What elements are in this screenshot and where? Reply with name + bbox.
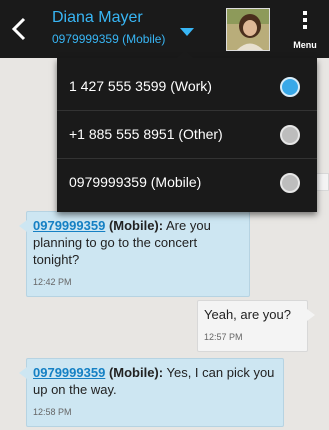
number-option-other[interactable]: +1 885 555 8951 (Other) bbox=[57, 111, 317, 159]
number-option-label: +1 885 555 8951 (Other) bbox=[69, 126, 223, 142]
contact-number[interactable]: 0979999359 (Mobile) bbox=[52, 32, 165, 46]
caret-down-icon[interactable] bbox=[180, 28, 194, 36]
number-select-menu: 1 427 555 3599 (Work) +1 885 555 8951 (O… bbox=[57, 50, 317, 212]
radio-unselected-icon[interactable] bbox=[280, 125, 300, 145]
sender-link[interactable]: 0979999359 bbox=[33, 365, 105, 380]
sender-tag: (Mobile): bbox=[108, 365, 164, 380]
number-option-label: 1 427 555 3599 (Work) bbox=[69, 78, 212, 94]
message-time: 12:58 PM bbox=[33, 407, 72, 417]
message-time: 12:57 PM bbox=[204, 332, 243, 342]
message-bubble-outgoing[interactable]: Yeah, are you? 12:57 PM bbox=[197, 300, 315, 352]
contact-name[interactable]: Diana Mayer bbox=[52, 9, 143, 27]
contact-photo bbox=[227, 9, 269, 50]
back-button[interactable] bbox=[8, 15, 32, 43]
menu-button[interactable]: Menu bbox=[285, 6, 325, 52]
back-arrow-icon bbox=[11, 17, 26, 41]
message-bubble-incoming[interactable]: 0979999359 (Mobile): Yes, I can pick you… bbox=[19, 358, 284, 427]
radio-unselected-icon[interactable] bbox=[280, 173, 300, 193]
number-option-work[interactable]: 1 427 555 3599 (Work) bbox=[57, 63, 317, 111]
menu-pointer bbox=[177, 50, 193, 58]
overflow-menu-icon bbox=[303, 11, 307, 32]
sender-link[interactable]: 0979999359 bbox=[33, 218, 105, 233]
top-bar: Diana Mayer 0979999359 (Mobile) Menu bbox=[0, 0, 329, 58]
avatar[interactable] bbox=[226, 8, 270, 51]
number-option-label: 0979999359 (Mobile) bbox=[69, 174, 202, 190]
message-time: 12:42 PM bbox=[33, 277, 72, 287]
message-bubble-incoming[interactable]: 0979999359 (Mobile): Are you planning to… bbox=[19, 211, 250, 297]
sender-tag: (Mobile): bbox=[108, 218, 164, 233]
number-option-mobile[interactable]: 0979999359 (Mobile) bbox=[57, 159, 317, 207]
radio-selected-icon[interactable] bbox=[280, 77, 300, 97]
menu-label: Menu bbox=[293, 40, 317, 50]
message-text: Yeah, are you? bbox=[204, 307, 291, 322]
